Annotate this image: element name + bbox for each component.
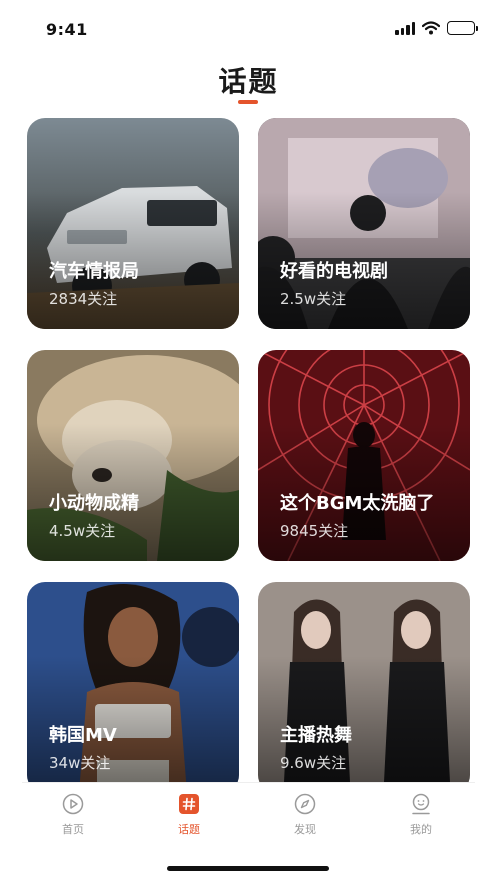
- topic-card[interactable]: 主播热舞 9.6w关注: [258, 582, 470, 793]
- page-title: 话题: [218, 65, 279, 98]
- status-icons: [395, 20, 478, 36]
- topic-card[interactable]: 韩国MV 34w关注: [27, 582, 239, 793]
- user-profile-icon: [412, 793, 430, 815]
- topic-title: 主播热舞: [280, 725, 352, 746]
- topic-followers: 34w关注: [49, 754, 111, 772]
- status-bar: 9:41: [0, 0, 497, 56]
- status-time: 9:41: [46, 20, 88, 39]
- tab-label: 发现: [294, 823, 316, 836]
- title-underline: [238, 100, 258, 104]
- topic-title: 小动物成精: [49, 493, 139, 514]
- topic-title: 韩国MV: [49, 725, 117, 746]
- battery-icon: [447, 21, 478, 35]
- topic-followers: 2834关注: [49, 290, 118, 308]
- topic-title: 好看的电视剧: [280, 261, 388, 282]
- topic-title: 汽车情报局: [49, 261, 139, 282]
- topic-card[interactable]: 汽车情报局 2834关注: [27, 118, 239, 329]
- tab-home[interactable]: 首页: [38, 793, 108, 845]
- topic-followers: 9.6w关注: [280, 754, 347, 772]
- tab-label: 首页: [62, 823, 84, 836]
- topic-title: 这个BGM太洗脑了: [280, 493, 435, 514]
- tab-mine[interactable]: 我的: [386, 793, 456, 845]
- tab-discover[interactable]: 发现: [270, 793, 340, 845]
- cellular-signal-icon: [395, 21, 415, 35]
- topic-card[interactable]: 这个BGM太洗脑了 9845关注: [258, 350, 470, 561]
- topic-followers: 2.5w关注: [280, 290, 347, 308]
- home-indicator: [167, 866, 329, 871]
- topic-card[interactable]: 小动物成精 4.5w关注: [27, 350, 239, 561]
- play-circle-icon: [62, 793, 84, 815]
- hashtag-icon: [179, 794, 199, 814]
- topic-card[interactable]: 好看的电视剧 2.5w关注: [258, 118, 470, 329]
- wifi-icon: [422, 21, 440, 35]
- tab-topics[interactable]: 话题: [154, 793, 224, 845]
- bottom-tab-bar: 首页 话题 发现 我的: [22, 782, 475, 848]
- tab-label: 话题: [178, 823, 200, 836]
- topic-followers: 9845关注: [280, 522, 349, 540]
- compass-icon: [294, 793, 316, 815]
- tab-label: 我的: [410, 823, 432, 836]
- topic-followers: 4.5w关注: [49, 522, 116, 540]
